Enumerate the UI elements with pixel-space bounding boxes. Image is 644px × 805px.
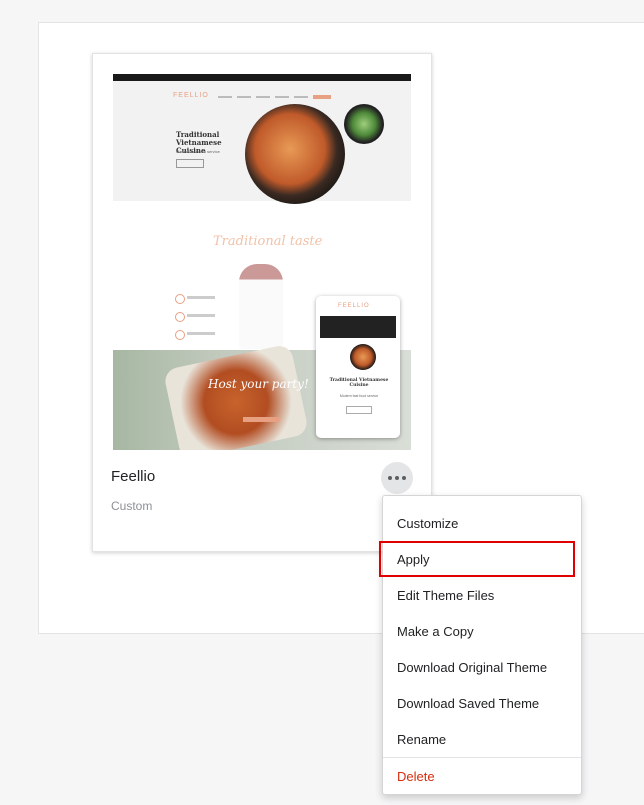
preview-hero-subtitle: Modern fast food service (176, 149, 220, 154)
preview-nav-link (237, 96, 251, 98)
menu-item-edit-theme-files[interactable]: Edit Theme Files (397, 588, 494, 603)
preview-feature-text (187, 314, 215, 317)
preview-ramen-bowl-image (245, 104, 345, 204)
theme-actions-button[interactable] (381, 462, 413, 494)
preview-party-button (243, 417, 279, 422)
preview-announcement-bar (113, 74, 411, 81)
preview-mobile-subtitle: Modern fast food service (339, 394, 379, 398)
menu-item-download-original-theme[interactable]: Download Original Theme (397, 660, 547, 675)
theme-card: FEELLIO Traditional Vietnamese Cuisine M… (92, 53, 432, 552)
more-horizontal-icon-dot (402, 476, 406, 480)
preview-chef-image (239, 264, 283, 349)
more-horizontal-icon-dot (395, 476, 399, 480)
menu-item-customize[interactable]: Customize (397, 516, 458, 531)
preview-feature-icon (175, 312, 185, 322)
menu-item-delete[interactable]: Delete (397, 769, 435, 784)
preview-feature-icon (175, 330, 185, 340)
more-horizontal-icon (388, 476, 392, 480)
preview-mobile-button (346, 406, 372, 414)
menu-item-rename[interactable]: Rename (397, 732, 446, 747)
preview-nav-link (275, 96, 289, 98)
preview-script-heading: Traditional taste (213, 234, 323, 249)
menu-item-apply[interactable]: Apply (397, 552, 430, 567)
preview-mobile-announcement (320, 316, 396, 338)
preview-mobile-mockup: FEELLIO Traditional Vietnamese Cuisine M… (316, 296, 400, 438)
preview-logo: FEELLIO (173, 92, 209, 99)
theme-name: Feellio (111, 468, 156, 485)
menu-item-download-saved-theme[interactable]: Download Saved Theme (397, 696, 539, 711)
preview-nav-link (256, 96, 270, 98)
preview-mobile-logo: FEELLIO (338, 303, 370, 309)
preview-feature-text (187, 296, 215, 299)
preview-side-bowl-image (344, 104, 384, 144)
theme-role-label: Custom (111, 499, 153, 513)
theme-actions-menu: Customize Apply Edit Theme Files Make a … (382, 495, 582, 795)
preview-nav-link (294, 96, 308, 98)
menu-item-make-a-copy[interactable]: Make a Copy (397, 624, 474, 639)
preview-party-text: Host your party! (208, 377, 309, 391)
preview-feature-text (187, 332, 215, 335)
preview-nav-cta (313, 95, 331, 99)
menu-divider (383, 757, 581, 758)
preview-mobile-title: Traditional Vietnamese Cuisine (329, 378, 389, 388)
preview-feature-icon (175, 294, 185, 304)
preview-hero-button (176, 159, 204, 168)
preview-nav-link (218, 96, 232, 98)
preview-mobile-bowl-image (350, 344, 376, 370)
theme-preview-image[interactable]: FEELLIO Traditional Vietnamese Cuisine M… (113, 74, 411, 450)
